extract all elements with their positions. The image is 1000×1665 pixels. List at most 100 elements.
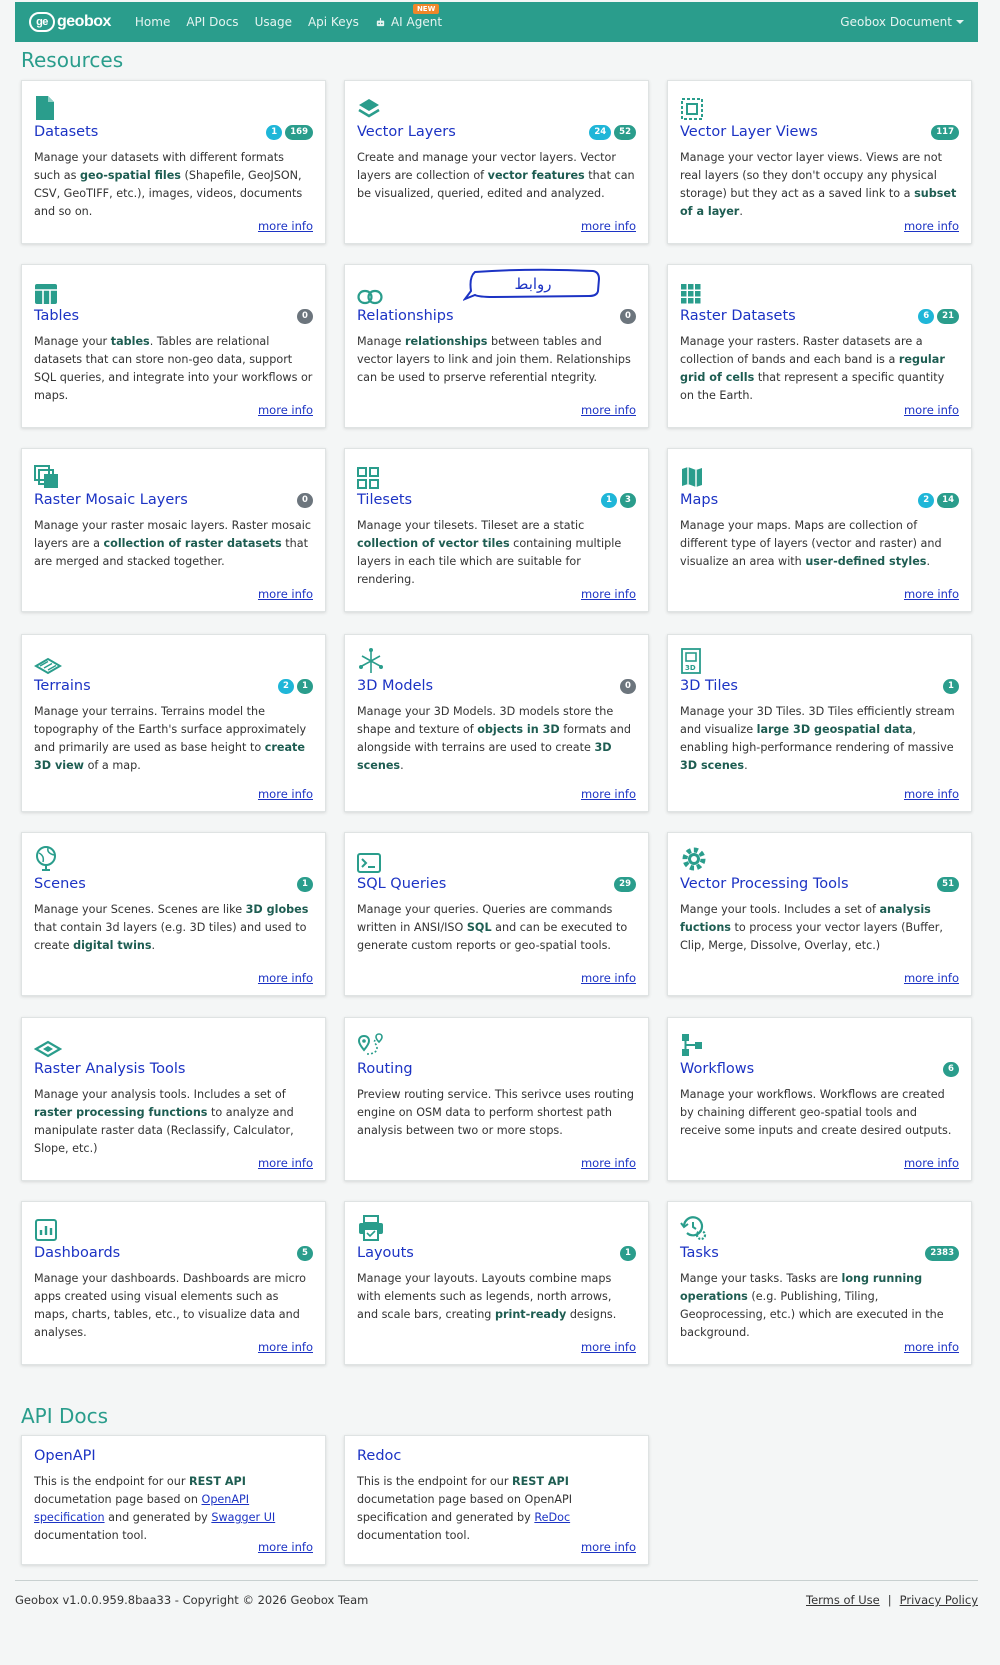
card-title[interactable]: Tasks: [680, 1245, 719, 1261]
card-title[interactable]: Relationships: [357, 308, 454, 324]
more-info-link[interactable]: more info: [904, 403, 959, 417]
more-info-link[interactable]: more info: [581, 971, 636, 985]
card-title[interactable]: Tilesets: [357, 492, 412, 508]
nav-home[interactable]: Home: [135, 15, 170, 29]
resource-card-tilesets[interactable]: Tilesets 13 Manage your tilesets. Tilese…: [344, 448, 649, 612]
desc-emphasis: print-ready: [494, 1308, 567, 1321]
desc-text: .: [744, 759, 748, 772]
privacy-link[interactable]: Privacy Policy: [900, 1593, 978, 1607]
count-badge: 0: [297, 308, 313, 324]
resource-card-3d-models[interactable]: 3D Models 0 Manage your 3D Models. 3D mo…: [344, 634, 649, 812]
nav-usage[interactable]: Usage: [255, 15, 292, 29]
more-info-link[interactable]: more info: [904, 787, 959, 801]
resource-card-terrains[interactable]: Terrains 21 Manage your terrains. Terrai…: [21, 634, 326, 812]
resource-card-3d-tiles[interactable]: 3D 3D Tiles 1 Manage your 3D Tiles. 3D T…: [667, 634, 972, 812]
card-title[interactable]: Scenes: [34, 876, 86, 892]
more-info-link[interactable]: more info: [258, 219, 313, 233]
more-info-link[interactable]: more info: [904, 971, 959, 985]
card-title[interactable]: Routing: [357, 1061, 413, 1077]
resource-card-tasks[interactable]: Tasks 2383 Mange your tasks. Tasks are l…: [667, 1201, 972, 1365]
resource-card-raster-mosaic-layers[interactable]: Raster Mosaic Layers 0 Manage your raste…: [21, 448, 326, 612]
card-title[interactable]: 3D Tiles: [680, 678, 738, 694]
card-title[interactable]: SQL Queries: [357, 876, 446, 892]
resource-card-maps[interactable]: Maps 2 14 Manage your maps. Maps are coll…: [667, 448, 972, 612]
card-title[interactable]: Vector Layers: [357, 124, 456, 140]
card-title[interactable]: Vector Layer Views: [680, 124, 818, 140]
card-description: Manage your 3D Tiles. 3D Tiles efficient…: [680, 703, 959, 775]
card-title[interactable]: Redoc: [357, 1448, 401, 1464]
card-title[interactable]: 3D Models: [357, 678, 433, 694]
badge-group: 2 14: [918, 492, 959, 508]
resource-card-scenes[interactable]: Scenes 1 Manage your Scenes. Scenes are …: [21, 832, 326, 996]
resource-card-raster-datasets[interactable]: Raster Datasets 6 21 Manage your rasters.…: [667, 264, 972, 428]
more-info-link[interactable]: more info: [581, 787, 636, 801]
nav-api-docs[interactable]: API Docs: [186, 15, 238, 29]
badge-group: 0: [297, 492, 313, 508]
geobox-logo[interactable]: ge geobox: [29, 12, 111, 32]
resource-card-vector-processing-tools[interactable]: Vector Processing Tools 51 Mange your to…: [667, 832, 972, 996]
resource-card-layouts[interactable]: Layouts 1 Manage your layouts. Layouts c…: [344, 1201, 649, 1365]
card-title[interactable]: Tables: [34, 308, 79, 324]
more-info-link[interactable]: more info: [258, 1340, 313, 1354]
count-badge: 2: [918, 492, 935, 508]
more-info-link[interactable]: more info: [258, 1156, 313, 1170]
resource-card-vector-layer-views[interactable]: Vector Layer Views 117 Manage your vecto…: [667, 80, 972, 244]
desc-text: This is the endpoint for our: [357, 1475, 513, 1488]
more-info-link[interactable]: more info: [258, 587, 313, 601]
api-card-openapi[interactable]: OpenAPI This is the endpoint for our RES…: [21, 1435, 326, 1565]
terms-link[interactable]: Terms of Use: [806, 1593, 880, 1607]
resource-card-datasets[interactable]: Datasets 1 169 Manage your datasets with …: [21, 80, 326, 244]
more-info-link[interactable]: more info: [581, 1340, 636, 1354]
card-title[interactable]: Dashboards: [34, 1245, 120, 1261]
more-info-link[interactable]: more info: [581, 219, 636, 233]
badge-group: 6: [943, 1061, 959, 1077]
more-info-link[interactable]: more info: [904, 587, 959, 601]
card-title[interactable]: Workflows: [680, 1061, 754, 1077]
resource-card-routing[interactable]: Routing Preview routing service. This se…: [344, 1017, 649, 1181]
terminal-icon: [357, 845, 385, 873]
card-title[interactable]: Raster Datasets: [680, 308, 796, 324]
card-title[interactable]: Maps: [680, 492, 718, 508]
badge-group: 24 52: [589, 124, 636, 140]
more-info-link[interactable]: more info: [581, 587, 636, 601]
more-info-link[interactable]: more info: [904, 1156, 959, 1170]
card-title[interactable]: Layouts: [357, 1245, 414, 1261]
resource-card-vector-layers[interactable]: Vector Layers 24 52 Create and manage you…: [344, 80, 649, 244]
desc-emphasis: user-defined styles: [805, 555, 927, 568]
doc-link[interactable]: ReDoc: [534, 1511, 570, 1524]
desc-text: and generated by: [104, 1511, 212, 1524]
more-info-link[interactable]: more info: [258, 787, 313, 801]
nav-api-keys[interactable]: Api Keys: [308, 15, 359, 29]
layers-icon: [357, 93, 385, 121]
desc-emphasis: digital twins: [73, 939, 152, 952]
card-title[interactable]: Raster Analysis Tools: [34, 1061, 185, 1077]
resource-card-tables[interactable]: Tables 0 Manage your tables. Tables are …: [21, 264, 326, 428]
route-icon: [357, 1030, 385, 1058]
api-card-redoc[interactable]: Redoc This is the endpoint for our REST …: [344, 1435, 649, 1565]
resource-card-dashboards[interactable]: Dashboards 5 Manage your dashboards. Das…: [21, 1201, 326, 1365]
more-info-link[interactable]: more info: [258, 403, 313, 417]
desc-text: Mange your tools. Includes a set of: [680, 903, 880, 916]
more-info-link[interactable]: more info: [258, 971, 313, 985]
more-info-link[interactable]: more info: [581, 1156, 636, 1170]
card-title[interactable]: OpenAPI: [34, 1448, 96, 1464]
resource-card-workflows[interactable]: Workflows 6 Manage your workflows. Workf…: [667, 1017, 972, 1181]
more-info-link[interactable]: more info: [904, 1340, 959, 1354]
desc-text: .: [151, 939, 156, 952]
more-info-link[interactable]: more info: [904, 219, 959, 233]
nav-ai-agent[interactable]: AI Agent NEW: [375, 4, 442, 29]
document-dropdown[interactable]: Geobox Document: [840, 15, 964, 29]
card-title[interactable]: Datasets: [34, 124, 98, 140]
more-info-link[interactable]: more info: [258, 1540, 313, 1554]
more-info-link[interactable]: more info: [581, 403, 636, 417]
resource-card-sql-queries[interactable]: SQL Queries 29 Manage your queries. Quer…: [344, 832, 649, 996]
card-title[interactable]: Raster Mosaic Layers: [34, 492, 188, 508]
desc-emphasis: collection of vector tiles: [357, 537, 510, 550]
desc-text: Manage your workflows. Workflows are cre…: [680, 1088, 952, 1137]
card-title[interactable]: Vector Processing Tools: [680, 876, 849, 892]
card-title[interactable]: Terrains: [34, 678, 91, 694]
badge-group: 117: [931, 124, 959, 140]
resource-card-raster-analysis-tools[interactable]: Raster Analysis Tools Manage your analys…: [21, 1017, 326, 1181]
doc-link[interactable]: Swagger UI: [211, 1511, 275, 1524]
more-info-link[interactable]: more info: [581, 1540, 636, 1554]
